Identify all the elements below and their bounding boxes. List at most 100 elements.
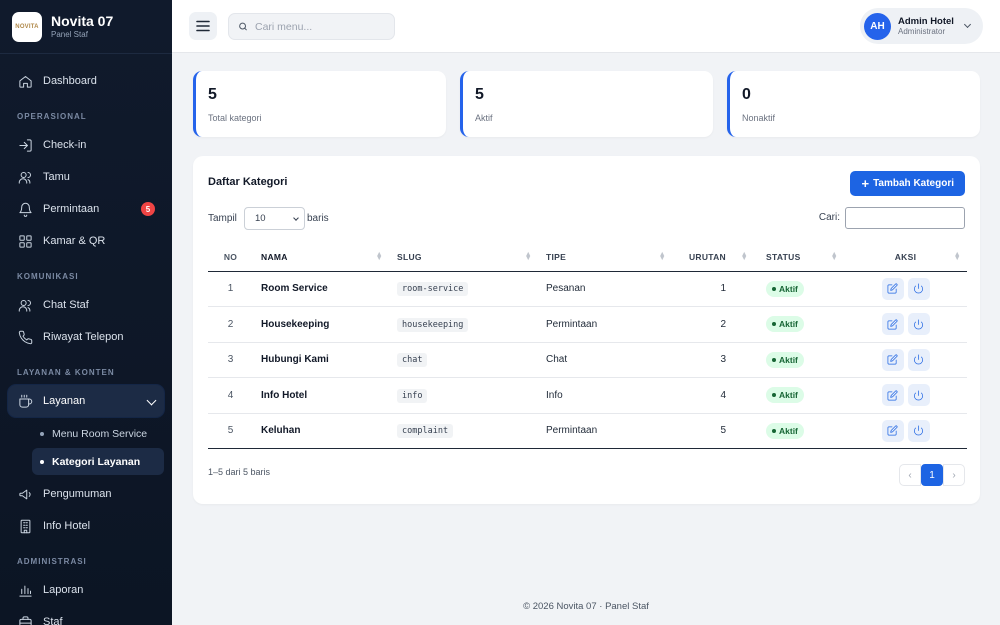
edit-button[interactable] xyxy=(881,419,904,442)
sidebar-item-label: Info Hotel xyxy=(43,520,91,532)
cell-urutan: 3 xyxy=(672,342,754,378)
col-header-no[interactable]: NO xyxy=(208,244,253,272)
cell-nama: Info Hotel xyxy=(253,377,389,414)
user-name: Admin Hotel xyxy=(898,15,954,27)
sidebar-item-permintaan[interactable]: Permintaan 5 xyxy=(0,193,172,225)
cell-slug: room-service xyxy=(389,271,538,307)
sidebar-item-tamu[interactable]: Tamu xyxy=(0,161,172,193)
sidebar-item-staf[interactable]: Staf xyxy=(0,606,172,625)
status-text: Aktif xyxy=(779,283,798,294)
stat-card-nonaktif: 0 Nonaktif xyxy=(727,71,980,137)
col-header-aksi: AKSI ▲ ▼ xyxy=(844,244,967,272)
col-header-nama[interactable]: NAMA ▲ ▼ xyxy=(253,244,389,272)
toggle-status-button[interactable] xyxy=(907,313,930,336)
cell-slug: info xyxy=(389,377,538,414)
rows-per-page-select[interactable]: 10 xyxy=(244,207,305,230)
col-header-tipe[interactable]: TIPE ▲ ▼ xyxy=(538,244,672,272)
cell-tipe: Pesanan xyxy=(538,271,672,307)
topbar: AH Admin Hotel Administrator xyxy=(172,0,1000,53)
sidebar-item-kamar-qr[interactable]: Kamar & QR xyxy=(0,225,172,257)
status-badge: Aktif xyxy=(766,280,804,297)
toggle-status-button[interactable] xyxy=(907,419,930,442)
cell-aksi xyxy=(844,413,967,449)
status-dot-icon xyxy=(772,393,776,398)
cell-status: Aktif xyxy=(754,377,844,414)
bullet-icon xyxy=(40,431,44,436)
cell-no: 5 xyxy=(208,413,253,449)
table-header-row: NO NAMA ▲ ▼ SLUG ▲ ▼ TIPE ▲ ▼ URUTAN ▲ ▼ STATUS ▲… xyxy=(208,244,967,272)
pagination: ‹ 1 › xyxy=(899,464,965,486)
col-header-status[interactable]: STATUS ▲ ▼ xyxy=(754,244,844,272)
edit-button[interactable] xyxy=(881,348,904,371)
sidebar-item-label: Permintaan xyxy=(43,203,100,215)
category-list-card: Daftar Kategori + Tambah Kategori Tampil… xyxy=(193,156,980,504)
pagination-prev-button[interactable]: ‹ xyxy=(899,464,921,486)
sidebar-item-label: Dashboard xyxy=(43,75,97,87)
stat-label: Nonaktif xyxy=(742,113,776,123)
table-row: 1 Room Service room-service Pesanan 1 Ak… xyxy=(208,271,967,307)
add-category-button[interactable]: + Tambah Kategori xyxy=(850,171,965,196)
cell-nama: Housekeeping xyxy=(253,306,389,343)
sidebar-item-chat-staf[interactable]: Chat Staf xyxy=(0,289,172,321)
menu-search[interactable] xyxy=(228,13,395,40)
cell-no: 3 xyxy=(208,342,253,378)
toggle-status-button[interactable] xyxy=(907,384,930,407)
sidebar-item-layanan[interactable]: Layanan xyxy=(8,385,164,417)
status-dot-icon xyxy=(772,286,776,291)
menu-toggle-button[interactable] xyxy=(189,12,217,40)
cell-nama: Hubungi Kami xyxy=(253,342,389,378)
sidebar-item-pengumuman[interactable]: Pengumuman xyxy=(0,478,172,510)
table-row: 3 Hubungi Kami chat Chat 3 Aktif xyxy=(208,342,967,378)
edit-button[interactable] xyxy=(881,384,904,407)
chevron-down-icon xyxy=(293,215,299,221)
sidebar-item-dashboard[interactable]: Dashboard xyxy=(0,65,172,97)
cell-no: 2 xyxy=(208,306,253,343)
chevron-down-icon xyxy=(146,395,157,406)
toggle-status-button[interactable] xyxy=(907,348,930,371)
sort-icon: ▲ ▼ xyxy=(740,251,748,262)
status-dot-icon xyxy=(772,357,776,362)
slug-code: chat xyxy=(397,353,428,368)
chevron-down-icon xyxy=(963,20,972,29)
edit-icon xyxy=(887,425,898,436)
pagination-next-button[interactable]: › xyxy=(943,464,965,486)
sidebar-subitem-label: Menu Room Service xyxy=(52,427,148,440)
sort-icon: ▲ ▼ xyxy=(375,251,383,262)
table-search-input[interactable] xyxy=(845,207,965,229)
avatar: AH xyxy=(864,12,891,40)
cell-status: Aktif xyxy=(754,271,844,307)
slug-code: housekeeping xyxy=(397,317,469,332)
toggle-status-button[interactable] xyxy=(907,277,930,300)
table-search-label: Cari: xyxy=(818,212,840,223)
edit-button[interactable] xyxy=(881,313,904,336)
show-label: Tampil xyxy=(208,213,237,224)
search-icon xyxy=(239,22,247,31)
col-header-label: URUTAN xyxy=(688,252,726,263)
search-input[interactable] xyxy=(255,20,385,33)
col-header-urutan[interactable]: URUTAN ▲ ▼ xyxy=(672,244,754,272)
stat-value: 5 xyxy=(475,86,484,103)
sidebar-subitem-menu-room-service[interactable]: Menu Room Service xyxy=(32,420,164,447)
pagination-info: 1–5 dari 5 baris xyxy=(208,467,271,477)
brand[interactable]: NOVITA Novita 07 Panel Staf xyxy=(0,0,172,54)
status-text: Aktif xyxy=(779,425,798,436)
sidebar-item-label: Chat Staf xyxy=(43,299,89,311)
sidebar-item-laporan[interactable]: Laporan xyxy=(0,574,172,606)
sidebar-item-checkin[interactable]: Check-in xyxy=(0,129,172,161)
power-icon xyxy=(914,283,923,294)
cell-slug: housekeeping xyxy=(389,306,538,343)
col-header-slug[interactable]: SLUG ▲ ▼ xyxy=(389,244,538,272)
sidebar-item-label: Riwayat Telepon xyxy=(43,331,124,343)
brand-subtitle: Panel Staf xyxy=(51,30,88,39)
power-icon xyxy=(914,354,923,365)
pagination-page-1[interactable]: 1 xyxy=(921,464,943,486)
nav-section-operasional: OPERASIONAL xyxy=(17,111,87,121)
sidebar-subitem-kategori-layanan[interactable]: Kategori Layanan xyxy=(32,448,164,475)
cell-aksi xyxy=(844,377,967,414)
edit-button[interactable] xyxy=(881,277,904,300)
footer: © 2026 Novita 07 · Panel Staf xyxy=(523,601,649,612)
status-badge: Aktif xyxy=(766,422,804,439)
user-menu[interactable]: AH Admin Hotel Administrator xyxy=(860,8,983,44)
sidebar-item-riwayat-telepon[interactable]: Riwayat Telepon xyxy=(0,321,172,353)
sidebar-item-info-hotel[interactable]: Info Hotel xyxy=(0,510,172,542)
